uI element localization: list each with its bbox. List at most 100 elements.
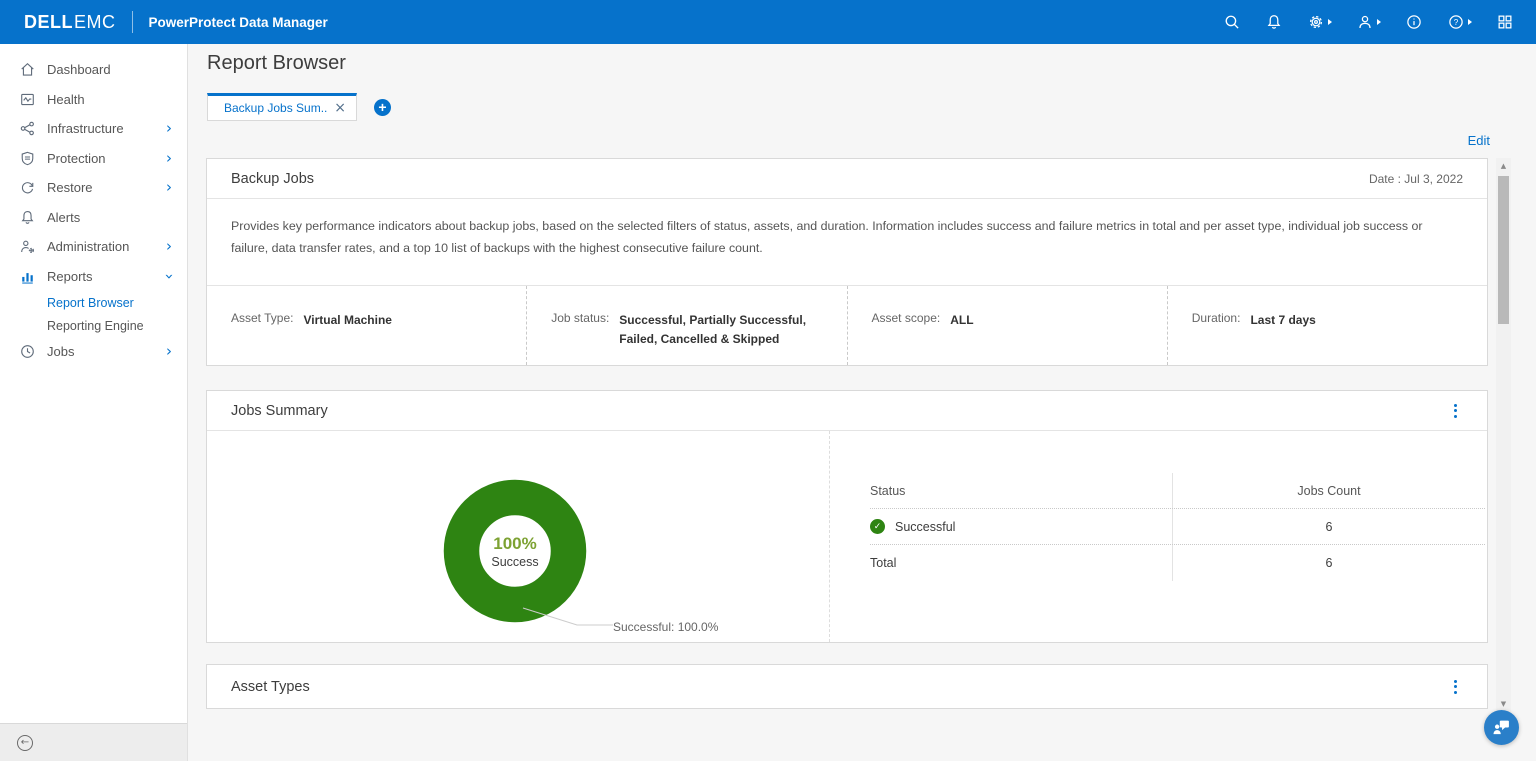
column-header-jobs-count: Jobs Count <box>1172 473 1485 508</box>
report-description: Provides key performance indicators abou… <box>207 199 1487 259</box>
filter-label: Job status: <box>551 311 610 325</box>
admin-user-gear-icon <box>19 238 36 255</box>
app-title: PowerProtect Data Manager <box>148 14 328 30</box>
caret-right-icon <box>1377 19 1381 25</box>
sidebar-item-jobs[interactable]: Jobs › <box>0 337 187 367</box>
user-account-icon[interactable] <box>1356 13 1381 31</box>
filter-label: Asset Type: <box>231 311 294 325</box>
sidebar-item-report-browser[interactable]: Report Browser <box>0 291 187 314</box>
sidebar-item-label: Dashboard <box>47 62 111 78</box>
sidebar-item-dashboard[interactable]: Dashboard <box>0 55 187 85</box>
status-cell: Total <box>870 545 1172 581</box>
chevron-right-icon: › <box>166 342 172 361</box>
chevron-right-icon: › <box>166 148 172 167</box>
support-chat-button[interactable] <box>1484 710 1519 745</box>
kebab-menu-icon[interactable] <box>1448 676 1463 698</box>
success-check-icon: ✓ <box>870 519 885 534</box>
main-content: Report Browser Backup Jobs Sum... × + Ed… <box>188 44 1536 761</box>
table-header-row: Status Jobs Count <box>870 473 1485 509</box>
content-scrollbar[interactable]: ▲ ▼ <box>1496 158 1511 712</box>
table-row: ✓ Successful 6 <box>870 509 1485 545</box>
close-tab-icon[interactable]: × <box>334 100 346 116</box>
card-title: Asset Types <box>231 678 310 695</box>
notifications-bell-icon[interactable] <box>1265 13 1283 31</box>
network-nodes-icon <box>19 120 36 137</box>
card-title: Jobs Summary <box>231 402 328 419</box>
page-title: Report Browser <box>207 52 346 74</box>
tab-bar: Backup Jobs Sum... × + <box>207 93 391 121</box>
svg-text:?: ? <box>1454 18 1459 27</box>
filter-asset-scope: Asset scope: ALL <box>846 286 1167 365</box>
home-icon <box>19 61 36 78</box>
jobs-summary-header: Jobs Summary <box>207 391 1487 431</box>
donut-callout-label: Successful: 100.0% <box>613 620 719 634</box>
collapse-sidebar-icon[interactable]: ← <box>17 734 33 751</box>
app-grid-icon[interactable] <box>1496 13 1514 31</box>
jobs-count-cell: 6 <box>1172 545 1485 581</box>
sidebar-item-label: Reports <box>47 268 93 284</box>
help-icon[interactable]: ? <box>1447 13 1472 31</box>
tab-backup-jobs-summary[interactable]: Backup Jobs Sum... × <box>207 93 357 121</box>
sidebar-item-label: Administration <box>47 239 130 255</box>
filter-label: Asset scope: <box>871 311 941 325</box>
sidebar-footer: ← <box>0 723 187 761</box>
filter-duration: Duration: Last 7 days <box>1166 286 1487 365</box>
filter-label: Duration: <box>1191 311 1241 325</box>
jobs-count-cell: 6 <box>1172 509 1485 544</box>
backup-jobs-card: Backup Jobs Date : Jul 3, 2022 Provides … <box>206 158 1488 366</box>
sidebar-item-infrastructure[interactable]: Infrastructure › <box>0 114 187 144</box>
info-icon[interactable] <box>1405 13 1423 31</box>
sidebar-subitem-label: Report Browser <box>47 295 134 310</box>
filter-job-status: Job status: Successful, Partially Succes… <box>526 286 846 365</box>
sidebar-item-alerts[interactable]: Alerts <box>0 203 187 233</box>
sidebar-item-protection[interactable]: Protection › <box>0 144 187 174</box>
jobs-summary-body: 100% Success Successful: 100.0% Status J… <box>207 431 1487 642</box>
status-label: Total <box>870 556 897 570</box>
asset-types-card: Asset Types <box>206 664 1488 709</box>
sidebar-item-administration[interactable]: Administration › <box>0 232 187 262</box>
bar-chart-icon <box>19 268 36 285</box>
kebab-menu-icon[interactable] <box>1448 400 1463 422</box>
chevron-right-icon: › <box>166 178 172 197</box>
sidebar-item-label: Jobs <box>47 344 75 360</box>
report-date: Date : Jul 3, 2022 <box>1368 171 1463 186</box>
plus-icon: + <box>378 98 387 115</box>
search-icon[interactable] <box>1223 13 1241 31</box>
filter-value: Virtual Machine <box>303 313 392 327</box>
donut-ring <box>443 479 587 623</box>
sidebar-item-label: Protection <box>47 150 106 166</box>
scroll-down-icon[interactable]: ▼ <box>1496 698 1511 710</box>
add-tab-button[interactable]: + <box>374 98 391 116</box>
filter-value: ALL <box>950 313 974 327</box>
sidebar-item-label: Alerts <box>47 209 81 225</box>
logo-emc: EMC <box>74 11 116 32</box>
dell-emc-logo: DELLEMC <box>24 12 116 33</box>
chevron-right-icon: › <box>166 119 172 138</box>
sidebar: Dashboard Health Infrastructure › Protec… <box>0 44 188 761</box>
filter-asset-type: Asset Type: Virtual Machine <box>207 286 526 365</box>
sidebar-item-label: Health <box>47 91 85 107</box>
backup-jobs-header: Backup Jobs Date : Jul 3, 2022 <box>207 159 1487 199</box>
sidebar-nav: Dashboard Health Infrastructure › Protec… <box>0 44 187 367</box>
scrollbar-thumb[interactable] <box>1498 176 1509 324</box>
sidebar-item-restore[interactable]: Restore › <box>0 173 187 203</box>
sidebar-item-reporting-engine[interactable]: Reporting Engine <box>0 314 187 337</box>
jobs-summary-donut-chart: 100% Success Successful: 100.0% <box>207 431 830 642</box>
chevron-down-icon: › <box>160 273 179 280</box>
topbar: DELLEMC PowerProtect Data Manager ? <box>0 0 1536 44</box>
person-chat-icon <box>1493 720 1509 735</box>
clock-icon <box>19 343 36 360</box>
sidebar-item-health[interactable]: Health <box>0 85 187 115</box>
jobs-summary-card: Jobs Summary 100% Success Successful: 10… <box>206 390 1488 643</box>
edit-link[interactable]: Edit <box>1468 133 1490 148</box>
callout-leader-line <box>522 607 613 626</box>
scroll-up-icon[interactable]: ▲ <box>1496 160 1511 172</box>
logo-dell: DELL <box>24 11 73 32</box>
jobs-summary-table: Status Jobs Count ✓ Successful 6 Total 6 <box>830 431 1487 642</box>
shield-icon <box>19 150 36 167</box>
settings-gear-icon[interactable] <box>1307 13 1332 31</box>
filters-row: Asset Type: Virtual Machine Job status: … <box>207 285 1487 365</box>
filter-value: Successful, Partially Successful, Failed… <box>619 313 807 346</box>
sidebar-item-reports[interactable]: Reports › <box>0 262 187 292</box>
description-text: Provides key performance indicators abou… <box>231 219 1423 255</box>
